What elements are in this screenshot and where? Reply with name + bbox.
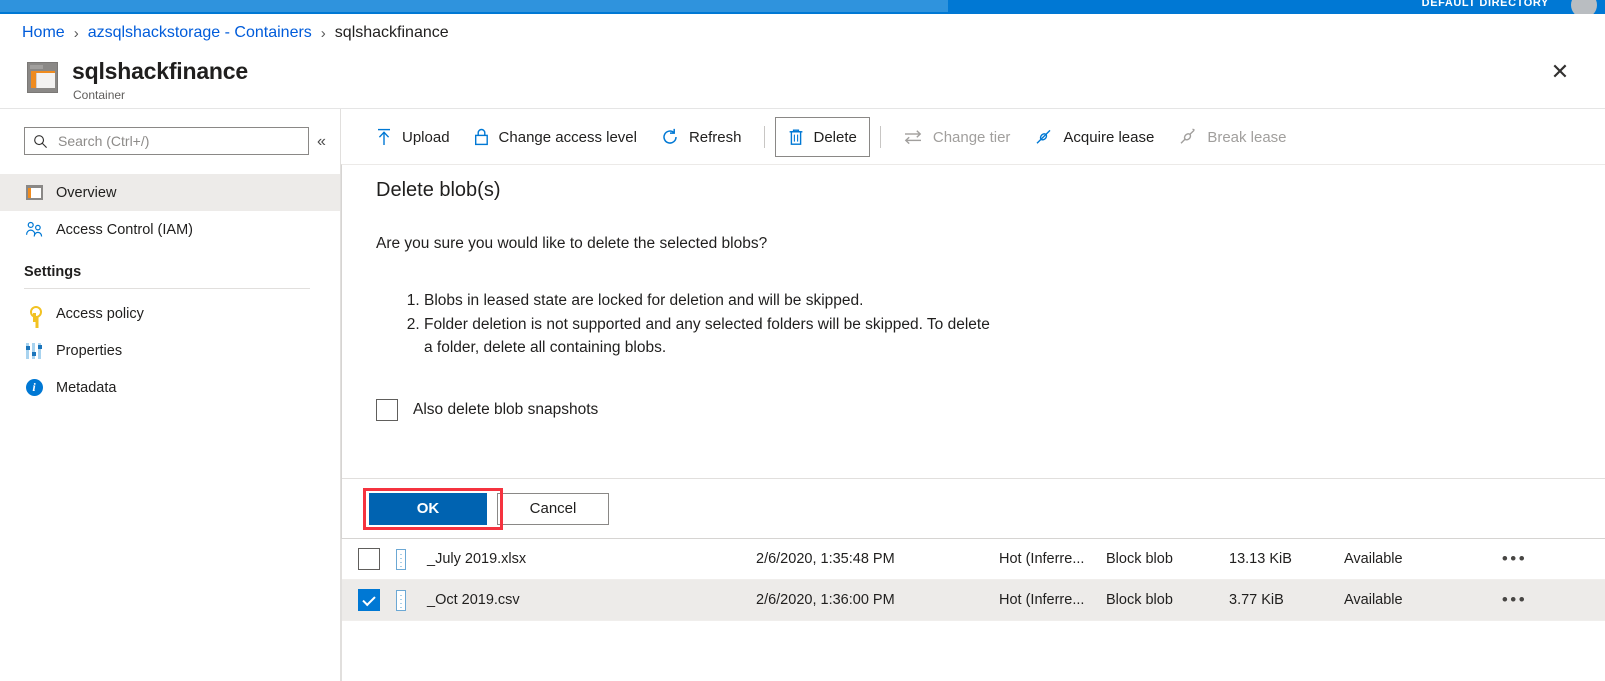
breadcrumb-item-home[interactable]: Home xyxy=(22,24,65,42)
blob-tier: Hot (Inferre... xyxy=(999,551,1106,567)
search-input[interactable] xyxy=(56,132,281,150)
broken-link-icon xyxy=(1178,128,1197,146)
checkbox-box[interactable] xyxy=(376,399,398,421)
breadcrumb-separator-icon: › xyxy=(321,25,326,42)
toolbar-divider xyxy=(880,126,881,148)
sidebar-item-overview[interactable]: Overview xyxy=(0,174,340,211)
azure-portal-page: DEFAULT DIRECTORY Home › azsqlshackstora… xyxy=(0,0,1605,681)
file-icon xyxy=(396,590,406,611)
breadcrumb-separator-icon: › xyxy=(74,25,79,42)
blob-tier: Hot (Inferre... xyxy=(999,592,1106,608)
row-more-menu-icon[interactable]: ••• xyxy=(1464,590,1605,610)
row-more-menu-icon[interactable]: ••• xyxy=(1464,549,1605,569)
blob-name[interactable]: _Oct 2019.csv xyxy=(406,592,756,608)
lock-icon xyxy=(474,128,489,146)
search-icon xyxy=(33,134,48,149)
dialog-title: Delete blob(s) xyxy=(376,179,501,202)
sidebar-item-access-control[interactable]: Access Control (IAM) xyxy=(0,211,340,248)
dialog-notes: Blobs in leased state are locked for del… xyxy=(394,290,994,360)
command-toolbar: Upload Change access level Refresh xyxy=(341,109,1605,165)
upload-arrow-icon xyxy=(376,128,392,146)
dialog-note: Blobs in leased state are locked for del… xyxy=(424,290,994,313)
blob-list: _July 2019.xlsx 2/6/2020, 1:35:48 PM Hot… xyxy=(341,539,1605,681)
ok-button[interactable]: OK xyxy=(369,493,487,525)
dialog-question: Are you sure you would like to delete th… xyxy=(376,235,767,253)
refresh-button[interactable]: Refresh xyxy=(649,117,754,157)
page-title: sqlshackfinance xyxy=(72,58,248,85)
key-icon xyxy=(24,304,44,324)
collapse-sidebar-button[interactable]: « xyxy=(317,133,326,151)
page-subtitle: Container xyxy=(73,88,125,102)
container-folder-icon xyxy=(24,183,44,203)
refresh-icon xyxy=(661,128,679,146)
sidebar-search xyxy=(24,127,309,155)
acquire-lease-button[interactable]: Acquire lease xyxy=(1022,117,1166,157)
blob-size: 13.13 KiB xyxy=(1229,551,1344,567)
command-label: Refresh xyxy=(689,129,742,146)
sidebar-item-label: Access policy xyxy=(56,306,144,322)
close-icon[interactable]: ✕ xyxy=(1548,60,1572,84)
container-folder-icon xyxy=(27,62,58,93)
sidebar-item-metadata[interactable]: i Metadata xyxy=(0,369,340,406)
checkbox-label: Also delete blob snapshots xyxy=(413,401,598,419)
table-row[interactable]: _July 2019.xlsx 2/6/2020, 1:35:48 PM Hot… xyxy=(342,539,1605,580)
sidebar-item-label: Metadata xyxy=(56,380,116,396)
delete-snapshots-checkbox[interactable]: Also delete blob snapshots xyxy=(376,399,598,421)
sliders-icon xyxy=(24,341,44,361)
info-icon: i xyxy=(24,378,44,398)
row-checkbox[interactable] xyxy=(342,548,396,570)
dialog-footer: OK Cancel xyxy=(342,478,1605,538)
breadcrumb: Home › azsqlshackstorage - Containers › … xyxy=(0,14,1605,52)
blob-status: Available xyxy=(1344,551,1464,567)
blob-name[interactable]: _July 2019.xlsx xyxy=(406,551,756,567)
link-icon xyxy=(1034,128,1053,146)
command-label: Change access level xyxy=(499,129,637,146)
blob-type: Block blob xyxy=(1106,592,1229,608)
dialog-note: Folder deletion is not supported and any… xyxy=(424,314,994,360)
delete-blobs-dialog: Delete blob(s) Are you sure you would li… xyxy=(341,164,1605,539)
sidebar-nav: Overview Access Control (IAM) Settings A xyxy=(0,174,340,406)
command-label: Upload xyxy=(402,129,450,146)
row-checkbox[interactable] xyxy=(342,589,396,611)
blob-size: 3.77 KiB xyxy=(1229,592,1344,608)
blob-modified: 2/6/2020, 1:35:48 PM xyxy=(756,551,999,567)
table-row[interactable]: _Oct 2019.csv 2/6/2020, 1:36:00 PM Hot (… xyxy=(342,580,1605,621)
breadcrumb-item-current: sqlshackfinance xyxy=(335,24,449,42)
sidebar: « Overview Access Control (IAM) Settings xyxy=(0,109,341,681)
sidebar-item-label: Access Control (IAM) xyxy=(56,222,193,238)
blob-type: Block blob xyxy=(1106,551,1229,567)
sidebar-item-access-policy[interactable]: Access policy xyxy=(0,295,340,332)
swap-arrows-icon xyxy=(903,129,923,145)
change-tier-button: Change tier xyxy=(891,117,1023,157)
file-icon xyxy=(396,549,406,570)
sidebar-divider xyxy=(24,288,310,289)
sidebar-item-properties[interactable]: Properties xyxy=(0,332,340,369)
blob-status: Available xyxy=(1344,592,1464,608)
sidebar-group-settings: Settings xyxy=(0,248,340,284)
breadcrumb-item-containers[interactable]: azsqlshackstorage - Containers xyxy=(88,24,312,42)
blob-modified: 2/6/2020, 1:36:00 PM xyxy=(756,592,999,608)
delete-button[interactable]: Delete xyxy=(775,117,870,157)
trash-icon xyxy=(788,128,804,146)
command-label: Change tier xyxy=(933,129,1011,146)
break-lease-button: Break lease xyxy=(1166,117,1298,157)
global-search-bar[interactable] xyxy=(0,0,948,12)
sidebar-item-label: Properties xyxy=(56,343,122,359)
toolbar-divider xyxy=(764,126,765,148)
command-label: Acquire lease xyxy=(1063,129,1154,146)
command-label: Break lease xyxy=(1207,129,1286,146)
directory-label: DEFAULT DIRECTORY xyxy=(1422,0,1549,9)
upload-button[interactable]: Upload xyxy=(364,117,462,157)
sidebar-item-label: Overview xyxy=(56,185,116,201)
cancel-button[interactable]: Cancel xyxy=(497,493,609,525)
command-label: Delete xyxy=(814,129,857,146)
change-access-level-button[interactable]: Change access level xyxy=(462,117,649,157)
global-top-bar: DEFAULT DIRECTORY xyxy=(0,0,1605,14)
people-icon xyxy=(24,220,44,240)
